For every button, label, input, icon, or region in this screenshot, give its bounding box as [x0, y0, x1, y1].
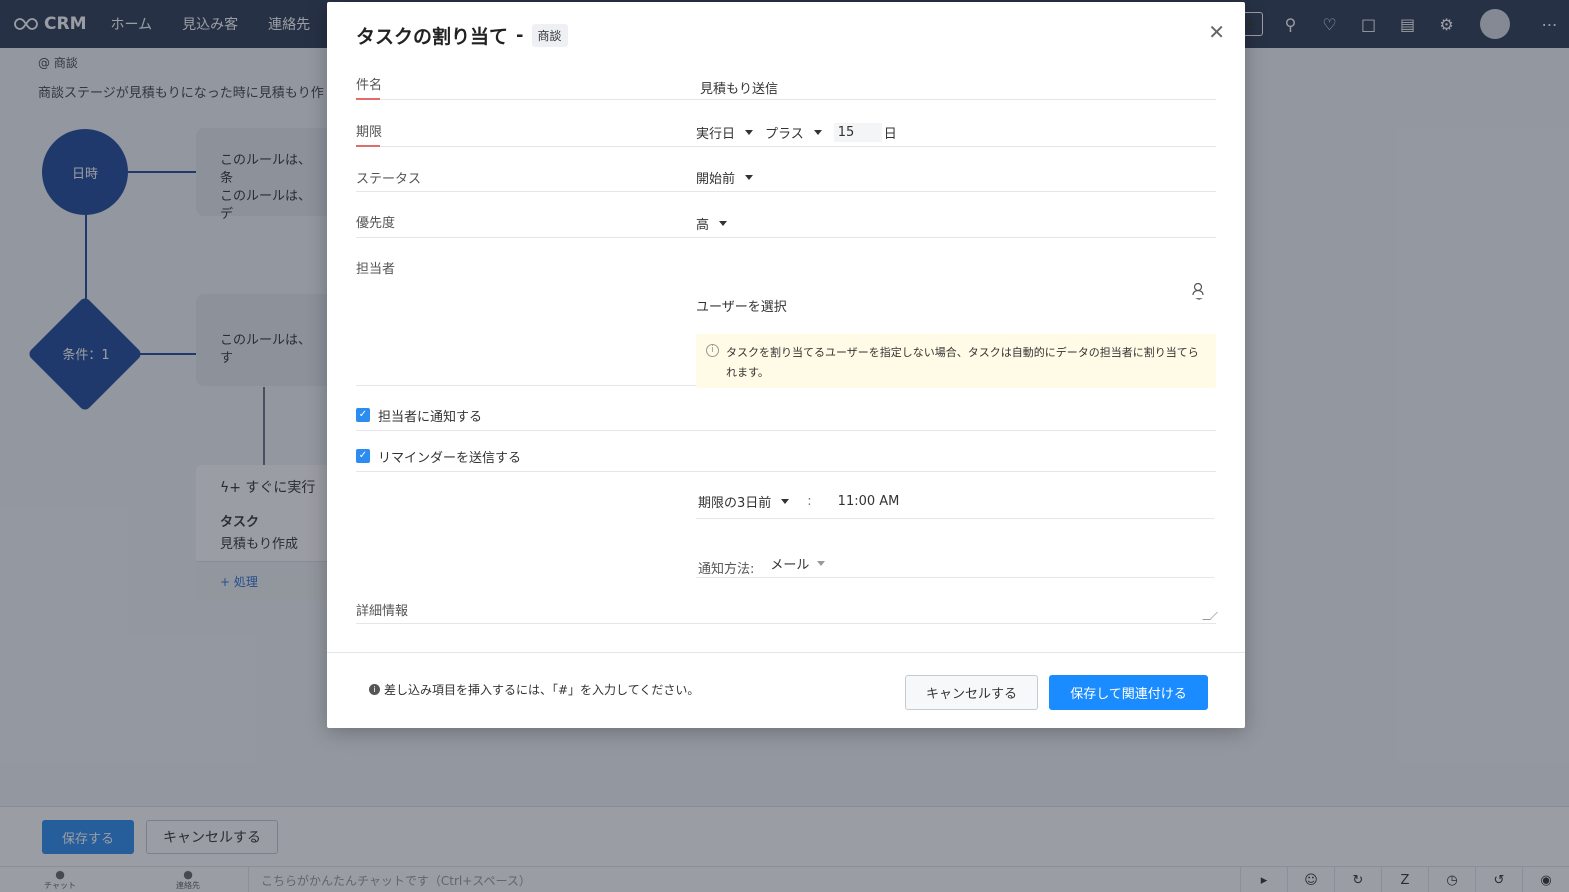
chevron-down-icon: [745, 175, 754, 180]
reminder-when-row: 期限の3日前 : 11:00 AM: [696, 489, 1214, 519]
reminder-controls: 期限の3日前 : 11:00 AM: [698, 492, 899, 511]
dialog-title-text: タスクの割り当て: [356, 26, 509, 48]
title-separator: -: [516, 25, 524, 46]
due-row: 期限 実行日 プラス 15 日: [356, 119, 1216, 147]
owner-row: 担当者 ユーザーを選択 i タスクを割り当てるユーザーを指定しない場合、タスクは…: [356, 256, 1216, 388]
save-associate-button[interactable]: 保存して関連付ける: [1049, 675, 1208, 710]
reminder-label[interactable]: リマインダーを送信する: [378, 447, 521, 466]
user-lookup-icon[interactable]: [1192, 282, 1206, 300]
owner-info-text: タスクを割り当てるユーザーを指定しない場合、タスクは自動的にデータの担当者に割り…: [726, 346, 1199, 379]
due-unit: 日: [883, 127, 897, 142]
details-label: 詳細情報: [356, 604, 409, 619]
dialog-footer: i 差し込み項目を挿入するには、「#」を入力してください。 キャンセルする 保存…: [327, 652, 1245, 728]
dialog-title: タスクの割り当て - 商談: [356, 22, 568, 49]
reminder-checkbox[interactable]: ✓: [356, 449, 370, 463]
notify-owner-checkbox[interactable]: ✓: [356, 408, 370, 422]
notify-method-row: 通知方法: メール: [696, 542, 1214, 578]
chevron-down-icon[interactable]: [781, 499, 790, 504]
due-controls: 実行日 プラス 15 日: [696, 123, 897, 142]
chevron-down-icon[interactable]: [745, 130, 754, 135]
subject-input[interactable]: 見積もり送信: [700, 78, 778, 97]
owner-label: 担当者: [356, 262, 396, 277]
status-row: ステータス 開始前: [356, 164, 1216, 192]
status-select[interactable]: 開始前: [696, 168, 765, 187]
reminder-row: ✓ リマインダーを送信する: [356, 445, 1216, 472]
due-base-select[interactable]: 実行日: [696, 123, 735, 142]
priority-select[interactable]: 高: [696, 214, 739, 233]
subject-label: 件名: [356, 78, 383, 93]
resize-handle-icon[interactable]: [1202, 612, 1218, 620]
hint-text: 差し込み項目を挿入するには、「#」を入力してください。: [384, 683, 700, 697]
chevron-down-icon[interactable]: [817, 561, 826, 566]
notify-method-controls: 通知方法: メール: [698, 550, 837, 577]
close-icon[interactable]: ✕: [1208, 22, 1225, 42]
assign-task-dialog: タスクの割り当て - 商談 ✕ 件名 見積もり送信 期限 実行日 プラス 15 …: [327, 2, 1245, 728]
notify-owner-label[interactable]: 担当者に通知する: [378, 406, 482, 425]
notify-owner-row: ✓ 担当者に通知する: [356, 404, 1216, 431]
status-label: ステータス: [356, 172, 422, 187]
required-marker: [356, 98, 380, 100]
required-marker: [356, 145, 380, 147]
notify-method-label: 通知方法:: [698, 562, 755, 577]
due-op-select[interactable]: プラス: [765, 123, 804, 142]
reminder-time-input[interactable]: 11:00 AM: [838, 494, 900, 509]
priority-label: 優先度: [356, 216, 396, 231]
chevron-down-icon: [719, 221, 728, 226]
owner-info-banner: i タスクを割り当てるユーザーを指定しない場合、タスクは自動的にデータの担当者に…: [696, 334, 1216, 388]
dialog-cancel-button[interactable]: キャンセルする: [905, 675, 1038, 710]
details-row[interactable]: 詳細情報: [356, 596, 1218, 624]
module-tag: 商談: [531, 24, 568, 47]
info-icon: i: [706, 344, 719, 357]
reminder-when-select[interactable]: 期限の3日前: [698, 492, 771, 511]
priority-value: 高: [696, 218, 710, 233]
chevron-down-icon[interactable]: [813, 130, 822, 135]
merge-field-hint: i 差し込み項目を挿入するには、「#」を入力してください。: [369, 681, 699, 698]
time-separator: :: [807, 494, 812, 509]
status-value: 開始前: [696, 172, 736, 187]
due-days-input[interactable]: 15: [833, 123, 882, 142]
owner-select[interactable]: ユーザーを選択: [696, 296, 787, 315]
info-icon: i: [369, 684, 380, 695]
due-label: 期限: [356, 125, 383, 140]
subject-row: 件名 見積もり送信: [356, 72, 1216, 100]
priority-row: 優先度 高: [356, 210, 1216, 238]
notify-method-select[interactable]: メール: [770, 554, 809, 573]
